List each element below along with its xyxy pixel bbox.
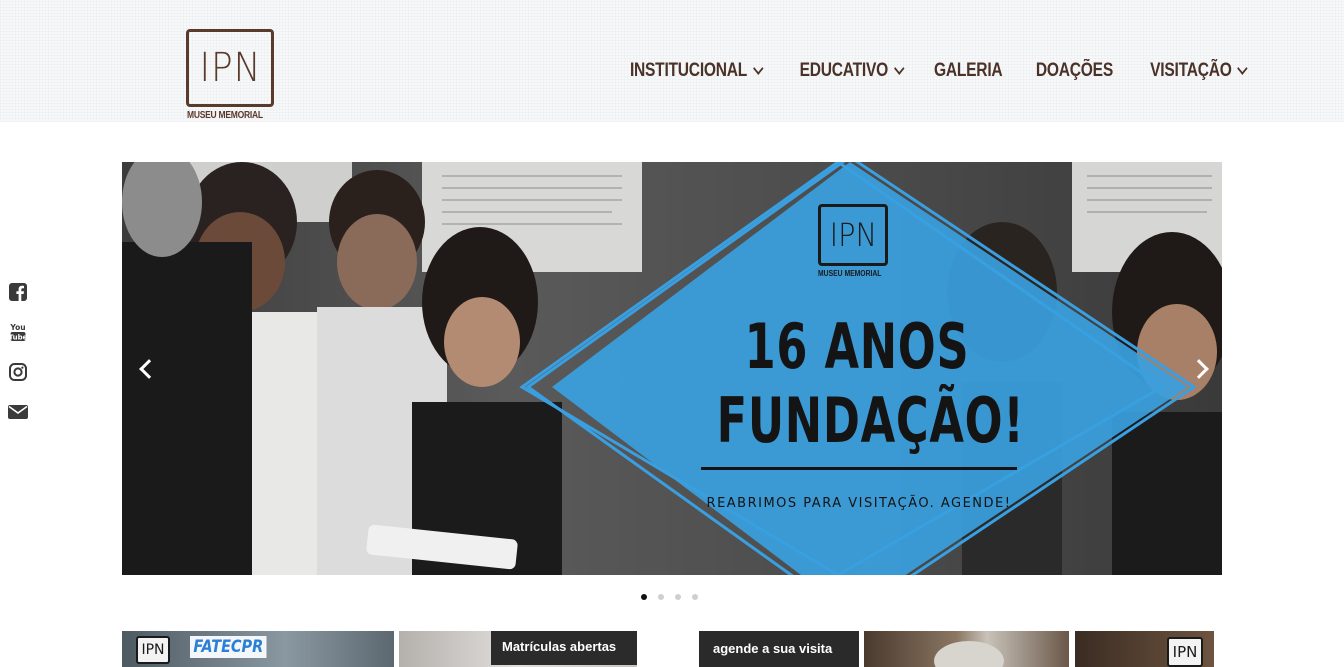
social-bar: You Tube: [8, 282, 30, 442]
nav-label: EDUCATIVO: [800, 60, 889, 81]
slide-subline: REABRIMOS PARA VISITAÇÃO. AGENDE!: [706, 496, 1012, 511]
youtube-icon[interactable]: You Tube: [8, 322, 28, 342]
card-logo-text: IPN: [141, 642, 165, 658]
slide-logo-text: IPN: [829, 216, 877, 254]
hero-slide-image: [122, 162, 1222, 575]
svg-text:You: You: [9, 323, 25, 332]
nav-item-institucional[interactable]: INSTITUCIONAL: [629, 60, 764, 82]
nav-item-visitacao[interactable]: VISITAÇÃO: [1149, 60, 1248, 82]
featured-cards: IPN FATECPR Matrículas abertas agende a …: [0, 631, 1344, 667]
chevron-down-icon: [1237, 62, 1248, 75]
card-photo[interactable]: [864, 631, 1069, 667]
chevron-down-icon: [752, 62, 764, 75]
slider-dot[interactable]: [692, 594, 698, 600]
nav-item-educativo[interactable]: EDUCATIVO: [800, 60, 905, 82]
nav-label: DOAÇÕES: [1035, 60, 1113, 81]
card-logo-text: IPN: [1172, 643, 1198, 661]
card-logo: IPN: [136, 636, 170, 664]
nav-item-doacoes[interactable]: DOAÇÕES: [1036, 60, 1113, 82]
slide-headline-line1: 16 ANOS: [744, 310, 970, 383]
card-partner-logo: FATECPR: [190, 636, 267, 658]
nav-item-galeria[interactable]: GALERIA: [934, 60, 1003, 82]
slider-dot[interactable]: [641, 594, 647, 600]
card-logo: IPN: [1167, 637, 1203, 667]
facebook-icon[interactable]: [8, 282, 28, 302]
hero-slider[interactable]: IPN MUSEU MEMORIAL 16 ANOS FUNDAÇÃO! REA…: [122, 162, 1222, 575]
card-matriculas[interactable]: Matrículas abertas: [399, 631, 637, 667]
slider-pagination: [641, 594, 698, 600]
nav-label: INSTITUCIONAL: [629, 60, 747, 81]
main-nav: INSTITUCIONAL EDUCATIVO GALERIA DOAÇÕES …: [605, 58, 1248, 84]
card-agende[interactable]: agende a sua visita: [699, 631, 859, 667]
svg-text:Tube: Tube: [9, 334, 27, 342]
card-label: agende a sua visita: [713, 641, 833, 656]
slide-logo: IPN MUSEU MEMORIAL: [818, 204, 894, 280]
nav-label: GALERIA: [934, 60, 1003, 81]
card-ipn[interactable]: IPN: [1075, 631, 1214, 667]
slide-headline-line2: FUNDAÇÃO!: [716, 384, 1025, 457]
slide-divider: [701, 467, 1017, 470]
logo-frame: IPN: [186, 29, 274, 107]
logo-text: IPN: [199, 45, 261, 91]
card-fatecpr[interactable]: IPN FATECPR: [122, 631, 394, 667]
slide-logo-subtitle: MUSEU MEMORIAL: [818, 269, 882, 278]
card-label: Matrículas abertas: [502, 639, 617, 654]
slider-dot[interactable]: [658, 594, 664, 600]
envelope-icon[interactable]: [8, 402, 28, 422]
instagram-icon[interactable]: [8, 362, 28, 382]
logo-subtitle: MUSEU MEMORIAL: [187, 110, 263, 121]
slider-dot[interactable]: [675, 594, 681, 600]
site-header: IPN MUSEU MEMORIAL INSTITUCIONAL EDUCATI…: [0, 0, 1344, 122]
chevron-down-icon: [894, 62, 905, 75]
site-logo[interactable]: IPN MUSEU MEMORIAL: [186, 29, 276, 123]
nav-label: VISITAÇÃO: [1149, 60, 1232, 81]
